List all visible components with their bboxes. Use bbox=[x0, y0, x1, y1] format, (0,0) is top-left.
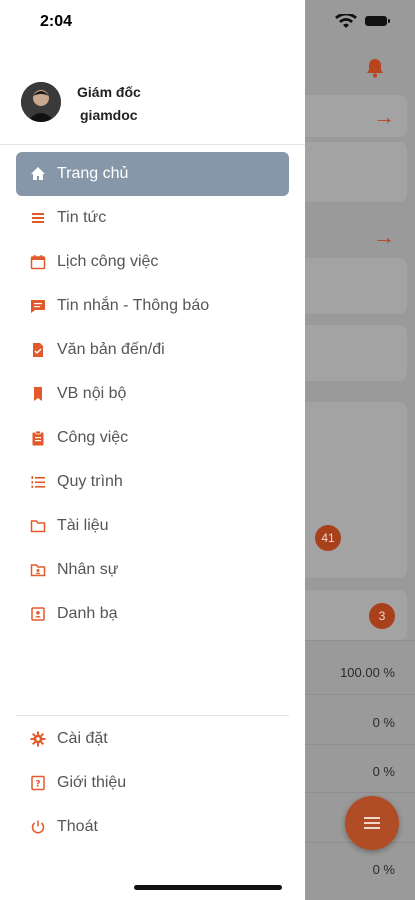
menu-item-label: Nhân sự bbox=[57, 561, 119, 578]
home-icon bbox=[29, 165, 47, 183]
bookmark-icon bbox=[29, 385, 47, 403]
menu-item-label: VB nội bộ bbox=[57, 385, 127, 402]
menu-item-danh-ba[interactable]: Danh bạ bbox=[16, 592, 289, 636]
arrow-right-icon[interactable]: → bbox=[373, 106, 395, 128]
folder-user-icon bbox=[29, 561, 47, 579]
percentage-value: 0 % bbox=[372, 764, 395, 779]
document-check-icon bbox=[29, 341, 47, 359]
divider bbox=[0, 144, 305, 145]
menu-item-lich-cong-viec[interactable]: Lịch công việc bbox=[16, 240, 289, 284]
status-time: 2:04 bbox=[40, 13, 73, 30]
percentage-value: 0 % bbox=[372, 715, 395, 730]
home-indicator bbox=[134, 885, 282, 890]
count-badge: 3 bbox=[369, 603, 395, 629]
menu-item-tai-lieu[interactable]: Tài liệu bbox=[16, 504, 289, 548]
menu-item-label: Thoát bbox=[57, 818, 98, 835]
background-card bbox=[290, 325, 407, 381]
message-icon bbox=[29, 297, 47, 315]
menu-item-label: Quy trình bbox=[57, 473, 123, 490]
menu-icon bbox=[364, 817, 380, 829]
gear-icon bbox=[29, 730, 47, 748]
divider bbox=[305, 640, 415, 641]
menu-item-cong-viec[interactable]: Công việc bbox=[16, 416, 289, 460]
menu-item-thoat[interactable]: Thoát bbox=[16, 805, 289, 849]
avatar[interactable] bbox=[21, 82, 61, 122]
status-icons bbox=[305, 0, 415, 45]
menu-item-label: Cài đặt bbox=[57, 730, 108, 747]
divider bbox=[305, 744, 415, 745]
menu-item-cai-dat[interactable]: Cài đặt bbox=[16, 717, 289, 761]
menu-item-nhan-su[interactable]: Nhân sự bbox=[16, 548, 289, 592]
menu-item-trang-chu[interactable]: Trang chủ bbox=[16, 152, 289, 196]
menu-item-label: Danh bạ bbox=[57, 605, 118, 622]
user-username: giamdoc bbox=[80, 107, 138, 123]
background-card bbox=[290, 258, 407, 314]
menu-item-label: Văn bản đến/đi bbox=[57, 341, 165, 358]
menu-item-label: Công việc bbox=[57, 429, 129, 446]
menu-item-label: Lịch công việc bbox=[57, 253, 159, 270]
menu-fab-button[interactable] bbox=[345, 796, 399, 850]
bell-icon[interactable] bbox=[366, 58, 384, 78]
background-card bbox=[290, 142, 407, 202]
help-icon: ? bbox=[29, 774, 47, 792]
menu-item-label: Tin nhắn - Thông báo bbox=[57, 297, 210, 314]
menu-item-label: Trang chủ bbox=[57, 165, 129, 182]
menu-item-tin-tuc[interactable]: Tin tức bbox=[16, 196, 289, 240]
percentage-value: 100.00 % bbox=[340, 665, 395, 680]
menu-item-vb-noi-bo[interactable]: VB nội bộ bbox=[16, 372, 289, 416]
percentage-value: 0 % bbox=[372, 862, 395, 877]
folder-icon bbox=[29, 517, 47, 535]
navigation-drawer: 2:04 Giám đốc giamdoc Trang chủ Tin tức … bbox=[0, 0, 305, 900]
ordered-list-icon bbox=[29, 473, 47, 491]
divider bbox=[305, 792, 415, 793]
divider bbox=[305, 694, 415, 695]
power-icon bbox=[29, 818, 47, 836]
menu-item-quy-trinh[interactable]: Quy trình bbox=[16, 460, 289, 504]
list-icon bbox=[29, 209, 47, 227]
wifi-battery-icon bbox=[333, 12, 393, 31]
menu-item-label: Giới thiệu bbox=[57, 774, 127, 791]
arrow-right-icon[interactable]: → bbox=[373, 226, 395, 248]
menu-item-van-ban[interactable]: Văn bản đến/đi bbox=[16, 328, 289, 372]
divider bbox=[16, 715, 289, 716]
menu-item-gioi-thieu[interactable]: ? Giới thiệu bbox=[16, 761, 289, 805]
count-badge: 41 bbox=[315, 525, 341, 551]
menu-item-label: Tài liệu bbox=[57, 517, 109, 534]
menu-item-label: Tin tức bbox=[57, 209, 107, 226]
contact-icon bbox=[29, 605, 47, 623]
svg-text:?: ? bbox=[35, 780, 40, 790]
background-card bbox=[290, 402, 407, 578]
clipboard-icon bbox=[29, 429, 47, 447]
menu-item-tin-nhan[interactable]: Tin nhắn - Thông báo bbox=[16, 284, 289, 328]
user-name: Giám đốc bbox=[77, 84, 141, 100]
calendar-icon bbox=[29, 253, 47, 271]
